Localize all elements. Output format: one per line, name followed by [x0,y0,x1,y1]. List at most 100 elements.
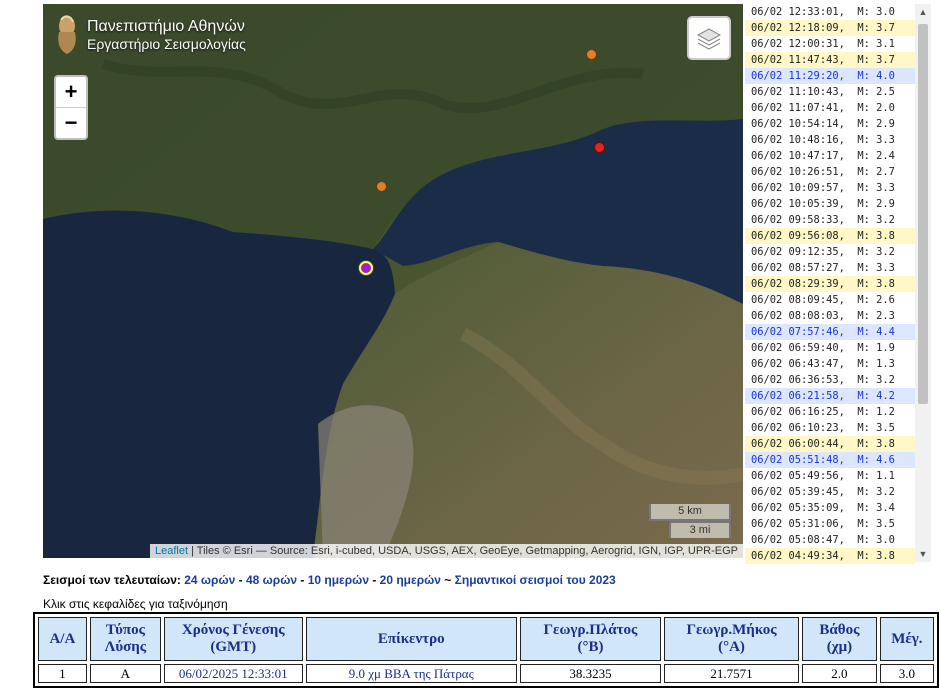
col-index-header[interactable]: Α/Α [38,617,87,661]
period-24h-link[interactable]: 24 ωρών [184,573,235,587]
header-label: Μέγ. [891,630,923,647]
quake-list-item[interactable]: 06/02 09:56:08, M: 3.8 [745,228,915,244]
header-label: Επίκεντρο [377,630,445,647]
period-sep: - [369,573,380,587]
satellite-imagery [43,4,743,558]
quake-list-item[interactable]: 06/02 05:08:47, M: 3.0 [745,532,915,548]
quake-list-item[interactable]: 06/02 09:12:35, M: 3.2 [745,244,915,260]
header-label: Βάθος [819,622,860,638]
quake-list-item[interactable]: 06/02 11:29:20, M: 4.0 [745,68,915,84]
period-10d-link[interactable]: 10 ημερών [308,573,369,587]
header-sublabel: (°Β) [577,639,604,655]
quake-list-item[interactable]: 06/02 08:57:27, M: 3.3 [745,260,915,276]
quakes-scrollbar[interactable]: ▲ ▼ [915,4,931,562]
quake-list-item[interactable]: 06/02 10:05:39, M: 2.9 [745,196,915,212]
quake-list-item[interactable]: 06/02 05:51:48, M: 4.6 [745,452,915,468]
quake-marker-orange[interactable] [586,49,597,60]
zoom-out-button[interactable]: − [56,107,86,138]
quake-list-item[interactable]: 06/02 06:10:23, M: 3.5 [745,420,915,436]
scroll-up-icon[interactable]: ▲ [915,4,931,20]
quake-list-item[interactable]: 06/02 12:00:31, M: 3.1 [745,36,915,52]
header-sublabel: (°Α) [718,639,745,655]
quake-list-item[interactable]: 06/02 06:21:58, M: 4.2 [745,388,915,404]
quake-list-item[interactable]: 06/02 05:35:09, M: 3.4 [745,500,915,516]
quake-list-item[interactable]: 06/02 06:59:40, M: 1.9 [745,340,915,356]
quake-list-item[interactable]: 06/02 09:58:33, M: 3.2 [745,212,915,228]
quake-marker-red[interactable] [594,142,605,153]
quake-list-item[interactable]: 06/02 06:36:53, M: 3.2 [745,372,915,388]
header-label: Τύπος [105,622,145,638]
quake-marker-orange[interactable] [376,181,387,192]
col-latitude-cell: 38.3235 [520,664,661,683]
table-header-row: Α/Α Τύπος Λύσης Χρόνος Γένεσης (GMT) Επίκεντρ… [38,617,934,661]
quake-list-item[interactable]: 06/02 12:33:01, M: 3.0 [745,4,915,20]
header-label: Χρόνος Γένεσης [181,622,285,638]
quake-list-item[interactable]: 06/02 06:00:44, M: 3.8 [745,436,915,452]
quake-list-item[interactable]: 06/02 08:08:03, M: 2.3 [745,308,915,324]
events-table: Α/Α Τύπος Λύσης Χρόνος Γένεσης (GMT) Επίκεντρ… [33,612,939,688]
map-view[interactable]: Πανεπιστήμιο Αθηνών Εργαστήριο Σεισμολογ… [43,4,743,558]
zoom-in-button[interactable]: + [56,77,86,107]
quake-list-item[interactable]: 06/02 12:18:09, M: 3.7 [745,20,915,36]
quake-list-item[interactable]: 06/02 05:31:06, M: 3.5 [745,516,915,532]
period-selector: Σεισμοί των τελευταίων: 24 ωρών - 48 ωρώ… [43,573,616,587]
col-magnitude-cell: 3.0 [879,664,934,683]
quake-list-item[interactable]: 06/02 11:10:43, M: 2.5 [745,84,915,100]
major-quakes-link[interactable]: Σημαντικοί σεισμοί του 2023 [455,573,616,587]
col-depth-cell: 2.0 [802,664,877,683]
col-origin-time-header[interactable]: Χρόνος Γένεσης (GMT) [164,617,303,661]
scale-km: 5 km [649,504,731,521]
col-epicenter-cell[interactable]: 9.0 χμ ΒΒΑ της Πάτρας [305,664,517,683]
quake-list-item[interactable]: 06/02 05:49:56, M: 1.1 [745,468,915,484]
map-attribution: Leaflet | Tiles © Esri — Source: Esri, i… [150,544,743,558]
header-label: Γεωγρ.Μήκος [686,622,777,638]
header-sublabel: Λύσης [104,639,147,655]
scale-bar: 5 km 3 mi [649,504,731,538]
quake-list-item[interactable]: 06/02 11:07:41, M: 2.0 [745,100,915,116]
quake-list-item[interactable]: 06/02 10:26:51, M: 2.7 [745,164,915,180]
quake-list-item[interactable]: 06/02 10:09:57, M: 3.3 [745,180,915,196]
table-body: 1 A 06/02/2025 12:33:01 9.0 χμ ΒΒΑ της Πάτρ… [38,664,934,683]
quake-list-item[interactable]: 06/02 04:49:34, M: 3.8 [745,548,915,564]
header-label: Γεωγρ.Πλάτος [543,622,638,638]
col-solution-type-header[interactable]: Τύπος Λύσης [89,617,162,661]
sort-hint: Κλικ στις κεφαλίδες για ταξινόμηση [43,597,228,611]
quake-list-item[interactable]: 06/02 05:39:45, M: 3.2 [745,484,915,500]
col-epicenter-header[interactable]: Επίκεντρο [305,617,517,661]
table-row[interactable]: 1 A 06/02/2025 12:33:01 9.0 χμ ΒΒΑ της Πάτρ… [38,664,934,683]
brand-title: Πανεπιστήμιο Αθηνών [87,18,245,35]
quake-list-item[interactable]: 06/02 08:09:45, M: 2.6 [745,292,915,308]
period-sep: - [297,573,308,587]
col-origin-time-cell[interactable]: 06/02/2025 12:33:01 [164,664,303,683]
layers-icon [696,28,722,50]
scale-mi: 3 mi [669,521,731,538]
quake-list-item[interactable]: 06/02 10:47:17, M: 2.4 [745,148,915,164]
attribution-text: | Tiles © Esri — Source: Esri, i-cubed, … [188,545,738,557]
brand: Πανεπιστήμιο Αθηνών Εργαστήριο Σεισμολογ… [55,14,246,56]
leaflet-link[interactable]: Leaflet [155,545,188,557]
quake-list-item[interactable]: 06/02 06:16:25, M: 1.2 [745,404,915,420]
quake-list-item[interactable]: 06/02 11:47:43, M: 3.7 [745,52,915,68]
period-48h-link[interactable]: 48 ωρών [246,573,297,587]
quake-list-item[interactable]: 06/02 07:57:46, M: 4.4 [745,324,915,340]
athena-logo-icon [58,15,76,54]
col-depth-header[interactable]: Βάθος (χμ) [802,617,877,661]
col-solution-type-cell: A [89,664,162,683]
period-20d-link[interactable]: 20 ημερών [380,573,441,587]
quake-list-item[interactable]: 06/02 06:43:47, M: 1.3 [745,356,915,372]
periods-prefix: Σεισμοί των τελευταίων: [43,573,185,587]
scroll-thumb[interactable] [918,24,928,404]
brand-subtitle: Εργαστήριο Σεισμολογίας [87,36,246,52]
quake-list-item[interactable]: 06/02 08:29:39, M: 3.8 [745,276,915,292]
quake-marker-latest[interactable] [359,261,373,275]
zoom-control: + − [54,75,88,140]
layers-button[interactable] [687,16,731,60]
quake-list-item[interactable]: 06/02 10:48:16, M: 3.3 [745,132,915,148]
col-magnitude-header[interactable]: Μέγ. [879,617,934,661]
quake-list-item[interactable]: 06/02 10:54:14, M: 2.9 [745,116,915,132]
header-label: Α/Α [49,630,76,647]
col-longitude-header[interactable]: Γεωγρ.Μήκος (°Α) [663,617,800,661]
scroll-down-icon[interactable]: ▼ [915,546,931,562]
recent-quakes-list[interactable]: 06/02 12:33:01, M: 3.0 06/02 12:18:09, M:… [745,4,915,564]
col-latitude-header[interactable]: Γεωγρ.Πλάτος (°Β) [520,617,661,661]
